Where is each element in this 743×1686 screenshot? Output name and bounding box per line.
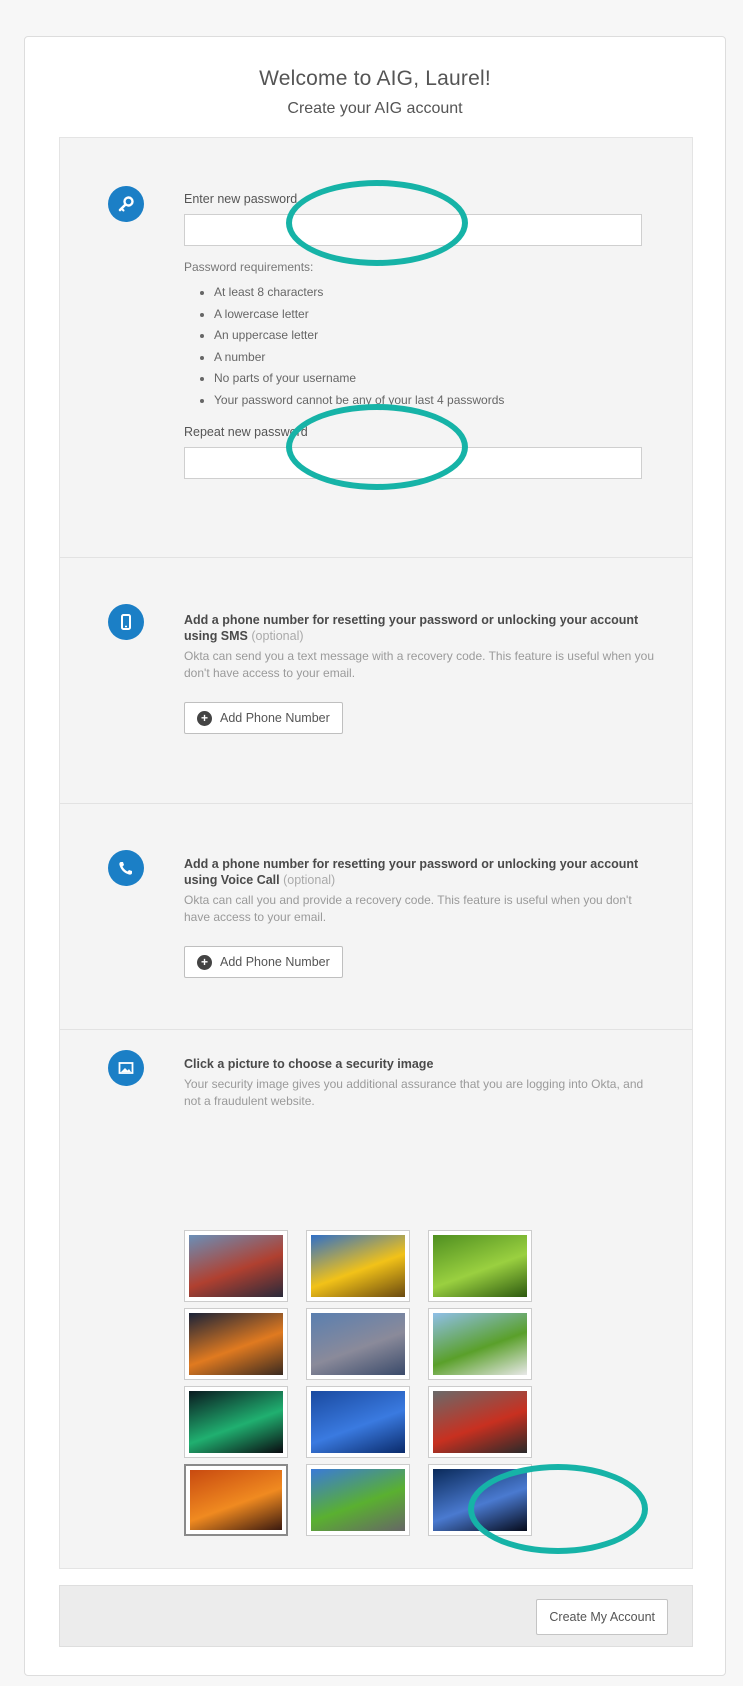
repeat-password-label: Repeat new password <box>184 425 308 439</box>
add-sms-phone-button[interactable]: + Add Phone Number <box>184 702 343 734</box>
security-image-option[interactable] <box>306 1230 410 1302</box>
security-image-option[interactable] <box>306 1386 410 1458</box>
golden-gate-bridge-icon <box>189 1235 283 1297</box>
button-label: Add Phone Number <box>220 711 330 725</box>
security-image-content: Click a picture to choose a security ima… <box>184 1056 658 1110</box>
voice-optional: (optional) <box>283 873 336 887</box>
new-password-input[interactable] <box>184 214 642 246</box>
repeat-password-input[interactable] <box>184 447 642 479</box>
signup-card: Welcome to AIG, Laurel! Create your AIG … <box>24 36 726 1676</box>
sunflower-icon <box>311 1235 405 1297</box>
plus-circle-icon: + <box>197 954 212 970</box>
page-title: Welcome to AIG, Laurel! <box>259 67 491 90</box>
security-image-option[interactable] <box>184 1230 288 1302</box>
page-subtitle: Create your AIG account <box>287 100 463 117</box>
security-image-heading: Click a picture to choose a security ima… <box>184 1057 434 1071</box>
security-image-option[interactable] <box>428 1464 532 1536</box>
button-label: Add Phone Number <box>220 955 330 969</box>
road-and-sky-icon <box>311 1469 405 1531</box>
red-robot-icon <box>433 1391 527 1453</box>
form-panel: Enter new password Password requirements… <box>59 137 693 1569</box>
security-image-option[interactable] <box>428 1308 532 1380</box>
voice-heading: Add a phone number for resetting your pa… <box>184 856 658 888</box>
requirement-item: A number <box>214 347 658 369</box>
security-image-section: Click a picture to choose a security ima… <box>60 1030 692 1570</box>
voice-section: Add a phone number for resetting your pa… <box>60 804 692 1030</box>
sheep-on-grass-icon <box>433 1313 527 1375</box>
add-voice-phone-button[interactable]: + Add Phone Number <box>184 946 343 978</box>
stingray-icon <box>433 1469 527 1531</box>
security-image-option[interactable] <box>306 1308 410 1380</box>
mobile-phone-icon <box>108 604 144 640</box>
requirements-label: Password requirements: <box>184 260 314 274</box>
orange-sunset-icon <box>190 1470 282 1530</box>
sms-section: Add a phone number for resetting your pa… <box>60 558 692 804</box>
image-icon <box>108 1050 144 1086</box>
security-image-option[interactable] <box>306 1464 410 1536</box>
requirement-item: At least 8 characters <box>214 282 658 304</box>
security-image-option[interactable] <box>184 1464 288 1536</box>
security-image-option[interactable] <box>428 1386 532 1458</box>
sms-content: Add a phone number for resetting your pa… <box>184 612 658 734</box>
password-content: Enter new password Password requirements… <box>184 192 658 479</box>
requirement-item: No parts of your username <box>214 368 658 390</box>
requirements-list: At least 8 characters A lowercase letter… <box>184 282 658 411</box>
bridge-at-night-icon <box>189 1313 283 1375</box>
voice-content: Add a phone number for resetting your pa… <box>184 856 658 978</box>
new-password-label: Enter new password <box>184 192 298 206</box>
security-image-option[interactable] <box>428 1230 532 1302</box>
voice-description: Okta can call you and provide a recovery… <box>184 893 632 924</box>
security-image-option[interactable] <box>184 1386 288 1458</box>
create-account-button[interactable]: Create My Account <box>536 1599 668 1635</box>
sms-optional: (optional) <box>251 629 304 643</box>
footer-bar: Create My Account <box>59 1585 693 1647</box>
voice-heading-text: Add a phone number for resetting your pa… <box>184 857 639 887</box>
green-succulent-icon <box>433 1235 527 1297</box>
requirement-item: An uppercase letter <box>214 325 658 347</box>
aurora-icon <box>189 1391 283 1453</box>
sms-description: Okta can send you a text message with a … <box>184 649 655 680</box>
phone-call-icon <box>108 850 144 886</box>
sms-heading: Add a phone number for resetting your pa… <box>184 612 658 644</box>
security-image-option[interactable] <box>184 1308 288 1380</box>
key-icon <box>108 186 144 222</box>
plus-circle-icon: + <box>197 710 212 726</box>
blue-network-icon <box>311 1391 405 1453</box>
password-section: Enter new password Password requirements… <box>60 138 692 558</box>
requirement-item: Your password cannot be any of your last… <box>214 390 658 412</box>
brooklyn-bridge-icon <box>311 1313 405 1375</box>
security-image-description: Your security image gives you additional… <box>184 1077 644 1108</box>
requirement-item: A lowercase letter <box>214 304 658 326</box>
